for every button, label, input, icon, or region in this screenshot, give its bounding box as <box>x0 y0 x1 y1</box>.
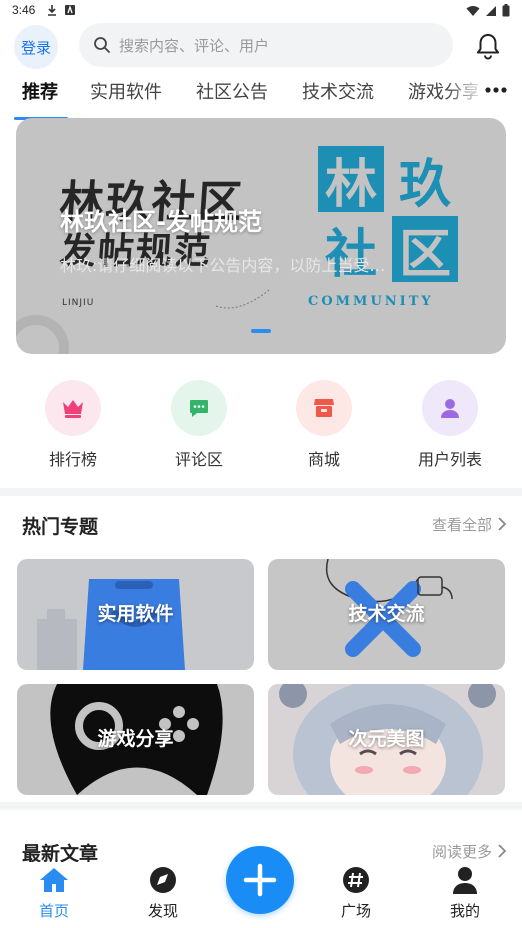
app-notification-icon <box>65 4 75 15</box>
topic-card-software[interactable]: 实用软件 <box>17 559 254 670</box>
store-icon <box>314 399 334 417</box>
nav-label: 首页 <box>38 902 69 920</box>
latest-articles-more-link[interactable]: 阅读更多 <box>432 841 492 862</box>
quick-link-label: 评论区 <box>174 450 223 469</box>
topic-card-label: 技术交流 <box>348 603 425 625</box>
nav-plaza[interactable]: 广场 <box>326 866 386 921</box>
hashtag-icon <box>343 867 369 893</box>
chevron-right-icon[interactable] <box>496 517 508 531</box>
battery-icon <box>502 4 510 17</box>
chevron-right-icon[interactable] <box>496 844 508 858</box>
topic-card-label: 游戏分享 <box>97 728 174 750</box>
store-icon-bg <box>296 380 352 436</box>
section-divider <box>0 802 522 810</box>
hot-topics-more-link[interactable]: 查看全部 <box>432 514 492 535</box>
search-bar[interactable]: 搜索内容、评论、用户 <box>79 23 453 67</box>
banner-logo-text: LINJIU <box>62 298 95 308</box>
quick-link-leaderboard[interactable]: 排行榜 <box>13 380 133 470</box>
nav-discover[interactable]: 发现 <box>133 866 193 921</box>
banner-title: 林玖社区-发帖规范 <box>60 208 262 236</box>
nav-label: 我的 <box>449 902 480 920</box>
carousel-indicator <box>251 329 271 333</box>
plus-icon <box>243 863 277 897</box>
banner-carousel[interactable]: 林玖社区 发帖规范 林 玖 社 区 林玖社区-发帖规范 林玖:请仔细阅读以下公告… <box>16 118 506 354</box>
wifi-icon <box>466 5 480 16</box>
tab-tech[interactable]: 技术交流 <box>302 78 374 104</box>
users-icon-bg <box>422 380 478 436</box>
quick-link-label: 商城 <box>307 450 340 469</box>
banner-community-text: COMMUNITY <box>308 294 434 309</box>
nav-label: 发现 <box>147 902 178 920</box>
category-tabs: 推荐 实用软件 社区公告 技术交流 游戏分享 <box>0 72 522 120</box>
search-icon <box>94 37 110 53</box>
bell-icon[interactable] <box>474 32 502 60</box>
chat-icon <box>190 400 208 417</box>
topic-card-label: 实用软件 <box>97 603 174 625</box>
section-divider <box>0 488 522 496</box>
crown-icon <box>63 400 83 418</box>
logo-char-1: 林 <box>318 146 384 215</box>
comments-icon-bg <box>171 380 227 436</box>
quick-link-users[interactable]: 用户列表 <box>390 380 510 470</box>
hot-topics-title: 热门专题 <box>22 516 99 538</box>
nav-home[interactable]: 首页 <box>24 866 84 921</box>
create-post-button[interactable] <box>226 846 294 914</box>
logo-char-2: 玖 <box>398 153 451 215</box>
download-icon <box>48 5 56 16</box>
banner-decor-curve <box>215 289 270 309</box>
person-icon <box>453 867 477 894</box>
user-icon <box>441 399 459 418</box>
tab-announcements[interactable]: 社区公告 <box>196 78 268 104</box>
home-icon <box>40 868 68 892</box>
status-time: 3:46 <box>12 3 36 17</box>
leaderboard-icon-bg <box>45 380 101 436</box>
quick-link-label: 排行榜 <box>48 450 97 469</box>
tab-software[interactable]: 实用软件 <box>90 78 162 104</box>
status-bar: 3:46 <box>0 0 522 22</box>
tab-recommend[interactable]: 推荐 <box>22 78 58 104</box>
banner-subtitle: 林玖:请仔细阅读以下公告内容，以防上当受… <box>60 256 386 275</box>
more-icon[interactable] <box>484 82 508 98</box>
login-button[interactable]: 登录 <box>14 25 58 69</box>
compass-icon <box>150 867 176 893</box>
signal-icon <box>486 5 496 16</box>
quick-link-store[interactable]: 商城 <box>264 380 384 470</box>
nav-mine[interactable]: 我的 <box>435 866 495 921</box>
search-placeholder: 搜索内容、评论、用户 <box>119 36 270 55</box>
quick-link-comments[interactable]: 评论区 <box>139 380 259 470</box>
topic-card-games[interactable]: 游戏分享 <box>17 684 254 795</box>
topic-card-tech[interactable]: 技术交流 <box>268 559 505 670</box>
topic-card-label: 次元美图 <box>348 728 425 750</box>
nav-label: 广场 <box>340 902 371 920</box>
topic-card-anime[interactable]: 次元美图 <box>268 684 505 795</box>
quick-link-label: 用户列表 <box>417 450 482 469</box>
